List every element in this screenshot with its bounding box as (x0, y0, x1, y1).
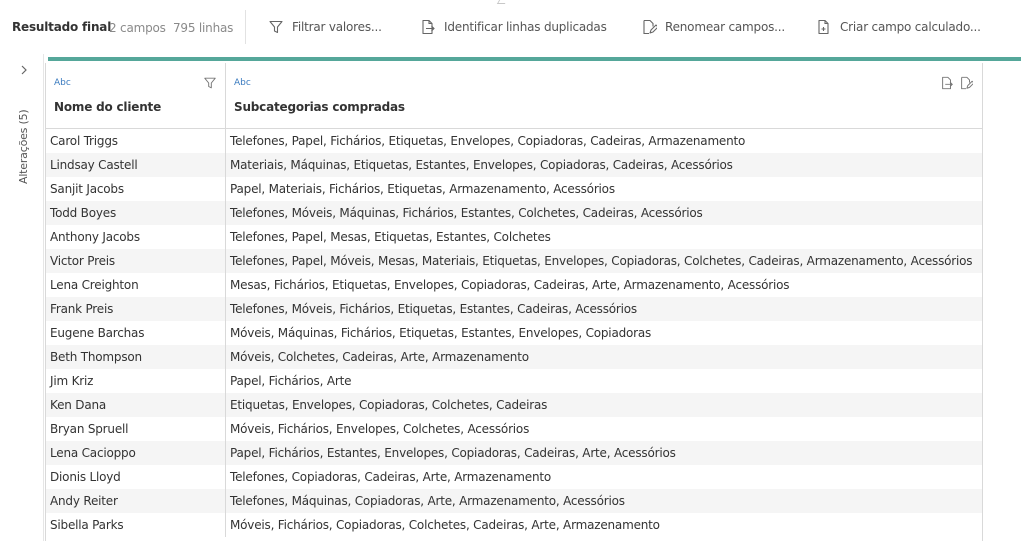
table-row[interactable]: Todd Boyes Telefones, Móveis, Máquinas, F… (46, 201, 982, 225)
customer-name-cell[interactable]: Todd Boyes (46, 201, 226, 225)
customer-name-cell[interactable]: Lena Creighton (46, 273, 226, 297)
table-row[interactable]: Bryan Spruell Móveis, Fichários, Envelope… (46, 417, 982, 441)
identify-duplicates-label: Identificar linhas duplicadas (444, 20, 607, 34)
table-row[interactable]: Andy Reiter Telefones, Máquinas, Copiador… (46, 489, 982, 513)
fields-count: 2 campos (109, 21, 166, 35)
toolbar: Resultado final 2 campos 795 linhas Filt… (0, 0, 1021, 54)
subcategories-cell[interactable]: Telefones, Papel, Móveis, Mesas, Materia… (226, 249, 982, 273)
string-type-label: Abc (54, 78, 71, 88)
subcategories-cell[interactable]: Móveis, Fichários, Copiadoras, Colchetes… (226, 513, 982, 537)
table-row[interactable]: Lindsay Castell Materiais, Máquinas, Etiq… (46, 153, 982, 177)
data-grid: Abc Nome do cliente Abc Subcategorias co… (45, 63, 983, 541)
customer-name-cell[interactable]: Sanjit Jacobs (46, 177, 226, 201)
rows-count: 795 linhas (173, 21, 234, 35)
subcategories-cell[interactable]: Etiquetas, Envelopes, Copiadoras, Colche… (226, 393, 982, 417)
rename-fields-label: Renomear campos... (665, 20, 785, 34)
subcategories-cell[interactable]: Móveis, Fichários, Envelopes, Colchetes,… (226, 417, 982, 441)
string-type-label: Abc (234, 78, 251, 88)
split-icon[interactable] (940, 76, 954, 90)
customer-name-cell[interactable]: Anthony Jacobs (46, 225, 226, 249)
filter-values-button[interactable]: Filtrar valores... (268, 14, 382, 40)
column-name: Subcategorias compradas (234, 100, 405, 114)
subcategories-cell[interactable]: Papel, Fichários, Arte (226, 369, 982, 393)
subcategories-cell[interactable]: Telefones, Papel, Fichários, Etiquetas, … (226, 129, 982, 153)
customer-name-cell[interactable]: Lindsay Castell (46, 153, 226, 177)
column-header-customer-name[interactable]: Abc Nome do cliente (46, 63, 226, 129)
subcategories-cell[interactable]: Mesas, Fichários, Etiquetas, Envelopes, … (226, 273, 982, 297)
table-row[interactable]: Eugene Barchas Móveis, Máquinas, Fichário… (46, 321, 982, 345)
table-row[interactable]: Beth Thompson Móveis, Colchetes, Cadeiras… (46, 345, 982, 369)
table-row[interactable]: Lena Creighton Mesas, Fichários, Etiqueta… (46, 273, 982, 297)
table-row[interactable]: Dionis Lloyd Telefones, Copiadoras, Cadei… (46, 465, 982, 489)
table-row[interactable]: Sanjit Jacobs Papel, Materiais, Fichários… (46, 177, 982, 201)
changes-panel: Alterações (5) (0, 54, 44, 541)
customer-name-cell[interactable]: Eugene Barchas (46, 321, 226, 345)
identify-duplicates-button[interactable]: Identificar linhas duplicadas (420, 14, 607, 40)
customer-name-cell[interactable]: Sibella Parks (46, 513, 226, 537)
drag-indicator (496, 0, 508, 4)
subcategories-cell[interactable]: Móveis, Colchetes, Cadeiras, Arte, Armaz… (226, 345, 982, 369)
customer-name-cell[interactable]: Carol Triggs (46, 129, 226, 153)
customer-name-cell[interactable]: Ken Dana (46, 393, 226, 417)
subcategories-cell[interactable]: Telefones, Móveis, Máquinas, Fichários, … (226, 201, 982, 225)
table-row[interactable]: Ken Dana Etiquetas, Envelopes, Copiadoras… (46, 393, 982, 417)
step-color-bar (48, 57, 1021, 61)
table-row[interactable]: Anthony Jacobs Telefones, Papel, Mesas, E… (46, 225, 982, 249)
create-calculated-field-button[interactable]: Criar campo calculado... (816, 14, 981, 40)
toolbar-divider (245, 10, 246, 44)
subcategories-cell[interactable]: Telefones, Máquinas, Copiadoras, Arte, A… (226, 489, 982, 513)
customer-name-cell[interactable]: Jim Kriz (46, 369, 226, 393)
rename-fields-button[interactable]: Renomear campos... (641, 14, 785, 40)
changes-panel-toggle[interactable]: Alterações (5) (17, 110, 30, 184)
calculated-field-icon (818, 19, 829, 35)
rename-icon (643, 19, 657, 35)
column-header-subcategories[interactable]: Abc Subcategorias compradas (226, 63, 982, 129)
subcategories-cell[interactable]: Papel, Materiais, Fichários, Etiquetas, … (226, 177, 982, 201)
customer-name-cell[interactable]: Frank Preis (46, 297, 226, 321)
step-title: Resultado final (12, 20, 112, 34)
grid-empty-area (983, 63, 1021, 541)
customer-name-cell[interactable]: Bryan Spruell (46, 417, 226, 441)
customer-name-cell[interactable]: Dionis Lloyd (46, 465, 226, 489)
grid-rows: Carol Triggs Telefones, Papel, Fichários,… (46, 129, 982, 537)
customer-name-cell[interactable]: Lena Cacioppo (46, 441, 226, 465)
table-row[interactable]: Jim Kriz Papel, Fichários, Arte (46, 369, 982, 393)
duplicate-rows-icon (422, 19, 435, 35)
create-calculated-field-label: Criar campo calculado... (840, 20, 981, 34)
filter-icon (269, 20, 283, 34)
table-row[interactable]: Frank Preis Telefones, Móveis, Fichários,… (46, 297, 982, 321)
table-row[interactable]: Lena Cacioppo Papel, Fichários, Estantes,… (46, 441, 982, 465)
chevron-right-icon[interactable] (16, 62, 32, 78)
table-row[interactable]: Sibella Parks Móveis, Fichários, Copiador… (46, 513, 982, 537)
subcategories-cell[interactable]: Papel, Fichários, Estantes, Envelopes, C… (226, 441, 982, 465)
subcategories-cell[interactable]: Telefones, Copiadoras, Cadeiras, Arte, A… (226, 465, 982, 489)
table-row[interactable]: Victor Preis Telefones, Papel, Móveis, Me… (46, 249, 982, 273)
column-name: Nome do cliente (54, 100, 162, 114)
customer-name-cell[interactable]: Victor Preis (46, 249, 226, 273)
customer-name-cell[interactable]: Andy Reiter (46, 489, 226, 513)
filter-icon[interactable] (203, 76, 217, 90)
customer-name-cell[interactable]: Beth Thompson (46, 345, 226, 369)
filter-values-label: Filtrar valores... (292, 20, 382, 34)
subcategories-cell[interactable]: Materiais, Máquinas, Etiquetas, Estantes… (226, 153, 982, 177)
table-row[interactable]: Carol Triggs Telefones, Papel, Fichários,… (46, 129, 982, 153)
subcategories-cell[interactable]: Móveis, Máquinas, Fichários, Etiquetas, … (226, 321, 982, 345)
subcategories-cell[interactable]: Telefones, Móveis, Fichários, Etiquetas,… (226, 297, 982, 321)
rename-icon[interactable] (959, 76, 973, 90)
subcategories-cell[interactable]: Telefones, Papel, Mesas, Etiquetas, Esta… (226, 225, 982, 249)
